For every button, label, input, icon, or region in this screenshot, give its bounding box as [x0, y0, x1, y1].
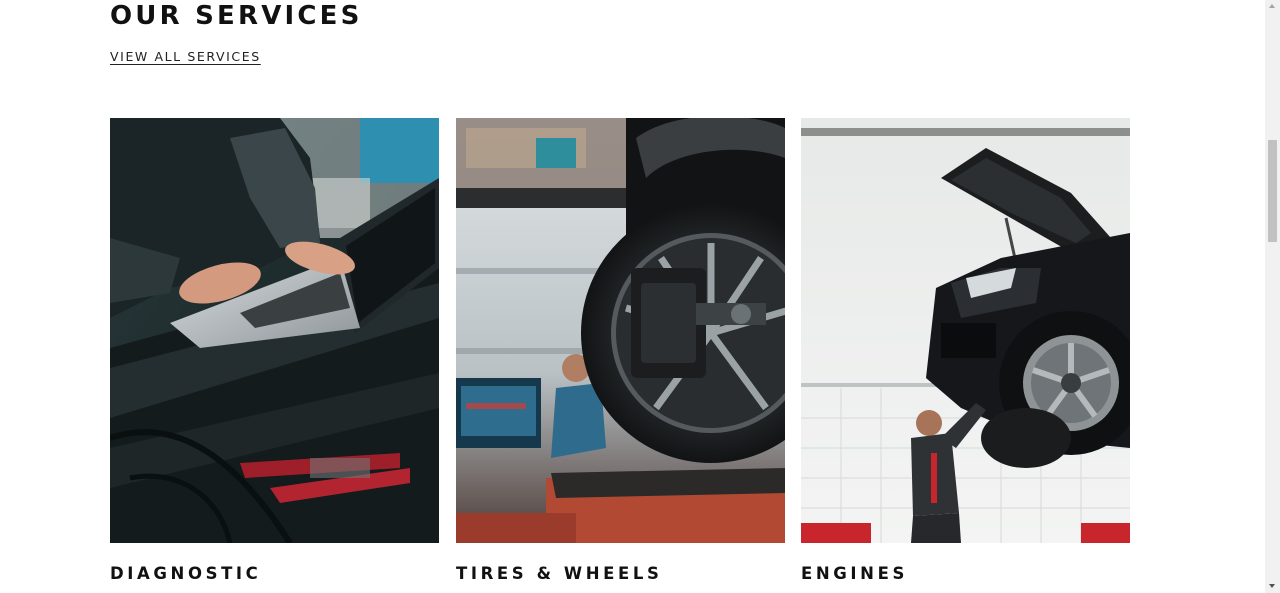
service-image-tires-wheels[interactable] [456, 118, 785, 543]
scrollbar-thumb[interactable] [1268, 140, 1277, 242]
vertical-scrollbar[interactable] [1265, 0, 1280, 593]
section-title: OUR SERVICES [110, 1, 363, 31]
service-title-diagnostic[interactable]: DIAGNOSTIC [110, 564, 261, 583]
service-card-tires-wheels[interactable]: TIRES & WHEELS [456, 118, 785, 583]
service-title-engines[interactable]: ENGINES [801, 564, 908, 583]
service-image-diagnostic[interactable] [110, 118, 439, 543]
service-image-engines[interactable] [801, 118, 1130, 543]
scroll-down-arrow-icon[interactable] [1269, 584, 1275, 588]
service-card-diagnostic[interactable]: DIAGNOSTIC [110, 118, 439, 583]
service-title-tires-wheels[interactable]: TIRES & WHEELS [456, 564, 662, 583]
page: OUR SERVICES VIEW ALL SERVICES DIAGNOSTI… [0, 0, 1280, 593]
scroll-up-arrow-icon[interactable] [1269, 4, 1275, 8]
service-card-engines[interactable]: ENGINES [801, 118, 1130, 583]
view-all-services-link[interactable]: VIEW ALL SERVICES [110, 49, 261, 64]
